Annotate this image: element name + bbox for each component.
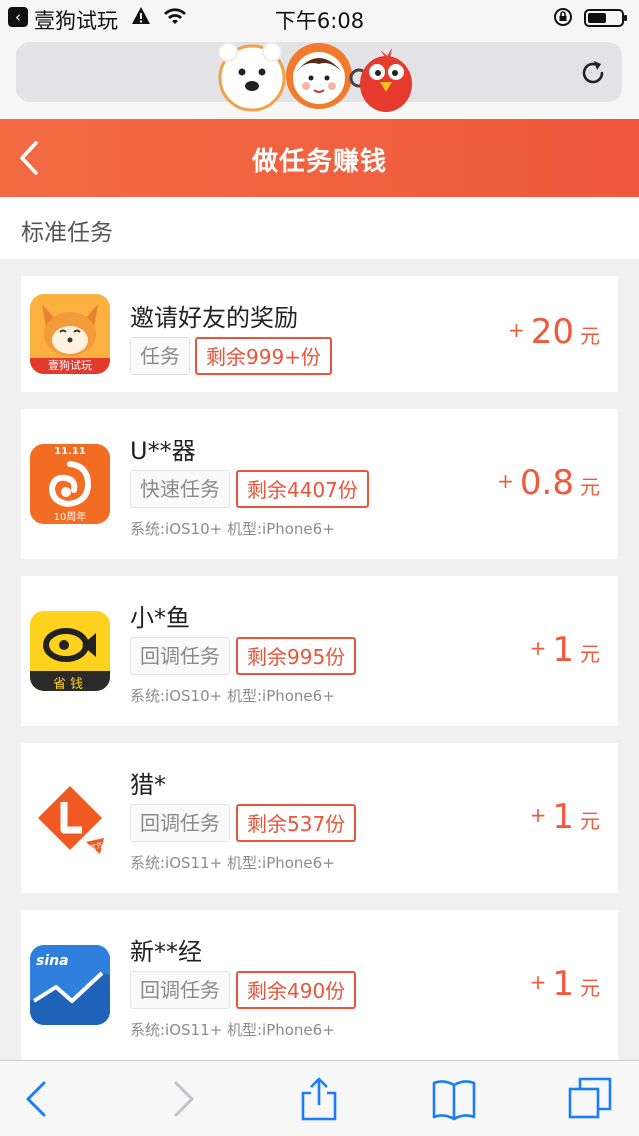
battery-icon: [584, 9, 627, 27]
orientation-lock-icon: [554, 8, 572, 26]
remaining-badge: 剩余4407份: [236, 470, 369, 508]
tabs-icon[interactable]: [566, 1075, 614, 1123]
task-requirements: 系统:iOS11+ 机型:iPhone6+: [130, 1021, 335, 1039]
fish-icon: 省钱: [30, 611, 110, 691]
reward-plus: +: [529, 970, 547, 994]
dog-icon: 壹狗试玩: [30, 294, 110, 374]
task-card-fish[interactable]: 省钱 小*鱼 回调任务 剩余995份 系统:iOS10+ 机型:iPhone6+…: [21, 576, 618, 726]
squirrel-icon: 11.11 10周年: [30, 444, 110, 524]
reward-value: 20: [530, 312, 574, 352]
task-type-tag: 回调任务: [130, 637, 230, 675]
task-name: 邀请好友的奖励: [130, 304, 298, 332]
sina-icon-label: sina: [36, 953, 69, 969]
reward-unit: 元: [580, 324, 600, 348]
section-title: 标准任务: [21, 220, 113, 246]
mascot-illustration: [218, 42, 412, 112]
boy-mascot-icon: [286, 43, 352, 109]
sina-icon: sina: [30, 945, 110, 1025]
browser-forward-icon[interactable]: [158, 1075, 206, 1123]
share-icon[interactable]: [295, 1075, 343, 1123]
reward-amount: +0.8 元: [497, 463, 600, 503]
hunter-icon: 官方: [30, 778, 110, 858]
reward-amount: +1 元: [530, 964, 600, 1004]
squirrel-icon-label: 10周年: [53, 512, 87, 523]
page-title: 做任务赚钱: [251, 147, 387, 177]
reward-plus: +: [529, 636, 547, 660]
browser-toolbar: [0, 1060, 639, 1136]
fish-icon-label: 省钱: [52, 677, 87, 691]
reward-value: 1: [552, 964, 574, 1004]
task-card-invite[interactable]: 壹狗试玩 邀请好友的奖励 任务 剩余999+份 +20 元: [21, 276, 618, 392]
task-card-hunter[interactable]: 官方 猎* 回调任务 剩余537份 系统:iOS11+ 机型:iPhone6+ …: [21, 743, 618, 893]
section-header: 标准任务: [0, 197, 639, 259]
dog-icon-label: 壹狗试玩: [48, 359, 92, 372]
reward-plus: +: [507, 318, 525, 342]
task-card-uc[interactable]: 11.11 10周年 U**器 快速任务 剩余4407份 系统:iOS10+ 机…: [21, 409, 618, 559]
reward-amount: +1 元: [530, 630, 600, 670]
reward-unit: 元: [580, 809, 600, 833]
remaining-badge: 剩余537份: [236, 804, 357, 842]
remaining-badge: 剩余490份: [236, 971, 357, 1009]
reward-amount: +20 元: [508, 312, 600, 352]
task-requirements: 系统:iOS10+ 机型:iPhone6+: [130, 687, 335, 705]
task-type-tag: 回调任务: [130, 971, 230, 1009]
task-name: 新**经: [130, 938, 202, 966]
task-card-sina[interactable]: sina 新**经 回调任务 剩余490份 系统:iOS11+ 机型:iPhon…: [21, 910, 618, 1060]
reward-unit: 元: [580, 976, 600, 1000]
bear-mascot-icon: [218, 42, 286, 112]
reward-value: 1: [552, 630, 574, 670]
remaining-badge: 剩余995份: [236, 637, 357, 675]
status-bar: ‹ 壹狗试玩 下午6:08: [0, 0, 639, 36]
reward-unit: 元: [580, 475, 600, 499]
reload-icon[interactable]: [578, 58, 608, 88]
task-name: U**器: [130, 437, 196, 465]
task-type-tag: 快速任务: [130, 470, 230, 508]
reward-amount: +1 元: [530, 797, 600, 837]
bookmarks-icon[interactable]: [430, 1075, 478, 1123]
task-name: 猎*: [130, 771, 166, 799]
status-time: 下午6:08: [274, 9, 365, 33]
page-header: 做任务赚钱: [0, 119, 639, 197]
parrot-mascot-icon: [360, 48, 412, 112]
reward-value: 1: [552, 797, 574, 837]
task-requirements: 系统:iOS11+ 机型:iPhone6+: [130, 854, 335, 872]
browser-back-icon[interactable]: [14, 1075, 62, 1123]
task-type-tag: 任务: [130, 337, 190, 375]
reward-value: 0.8: [519, 463, 574, 503]
task-name: 小*鱼: [130, 604, 190, 632]
remaining-badge: 剩余999+份: [195, 337, 332, 375]
reward-plus: +: [497, 469, 514, 493]
reward-plus: +: [529, 803, 547, 827]
reward-unit: 元: [580, 642, 600, 666]
squirrel-icon-top-label: 11.11: [54, 446, 86, 457]
task-requirements: 系统:iOS10+ 机型:iPhone6+: [130, 520, 335, 538]
task-type-tag: 回调任务: [130, 804, 230, 842]
